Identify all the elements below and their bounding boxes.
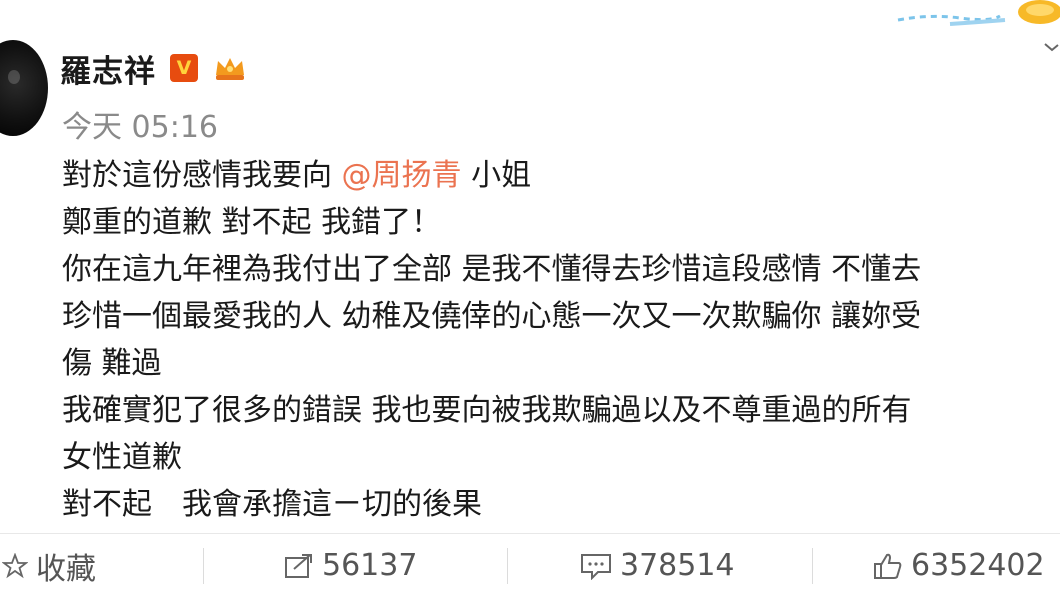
post-author: 羅志祥 V	[60, 46, 248, 91]
author-name[interactable]: 羅志祥	[60, 46, 156, 91]
divider	[203, 548, 204, 584]
avatar[interactable]	[0, 40, 48, 136]
repost-button[interactable]: 56137	[284, 534, 417, 597]
repost-icon	[285, 553, 312, 578]
more-chevron-icon[interactable]	[1042, 38, 1060, 56]
content-line: 你在這九年裡為我付出了全部 是我不懂得去珍惜這段感情 不懂去	[62, 252, 922, 287]
content-line: 傷 難過	[62, 346, 162, 381]
repost-count: 56137	[322, 548, 418, 583]
post-content: 對於這份感情我要向 @周扬青 小姐 鄭重的道歉 對不起 我錯了！ 你在這九年裡為…	[62, 152, 1060, 528]
favorite-button[interactable]: 收藏	[2, 534, 96, 597]
post-timestamp[interactable]: 今天 05:16	[62, 102, 218, 146]
content-line: 珍惜一個最愛我的人 幼稚及僥倖的心態一次又一次欺騙你 讓妳受	[62, 299, 922, 334]
banner-decoration	[897, 0, 1060, 26]
content-text: 小姐	[461, 158, 532, 193]
content-line: 女性道歉	[62, 440, 182, 475]
like-button[interactable]: 6352402	[873, 534, 1045, 597]
like-count: 6352402	[911, 548, 1045, 583]
content-line: 對於這份感情我要向 @周扬青 小姐	[62, 152, 1060, 199]
thumbs-up-icon	[874, 553, 902, 579]
verified-v-icon: V	[170, 54, 198, 82]
content-line: 我確實犯了很多的錯誤 我也要向被我欺騙過以及不尊重過的所有	[62, 393, 912, 428]
divider	[812, 548, 813, 584]
user-mention-link[interactable]: @周扬青	[342, 158, 462, 193]
content-text: 對於這份感情我要向	[62, 158, 342, 193]
divider	[507, 548, 508, 584]
post-action-bar: 收藏 56137 378514 6352402	[0, 533, 1060, 597]
comment-count: 378514	[620, 548, 735, 583]
content-line: 鄭重的道歉 對不起 我錯了！	[62, 205, 442, 240]
crown-icon	[216, 58, 244, 80]
comment-button[interactable]: 378514	[580, 534, 735, 597]
comment-icon	[581, 553, 611, 580]
favorite-label: 收藏	[36, 551, 96, 587]
star-icon	[2, 552, 28, 578]
content-line: 對不起 我會承擔這ㄧ切的後果	[62, 487, 482, 522]
